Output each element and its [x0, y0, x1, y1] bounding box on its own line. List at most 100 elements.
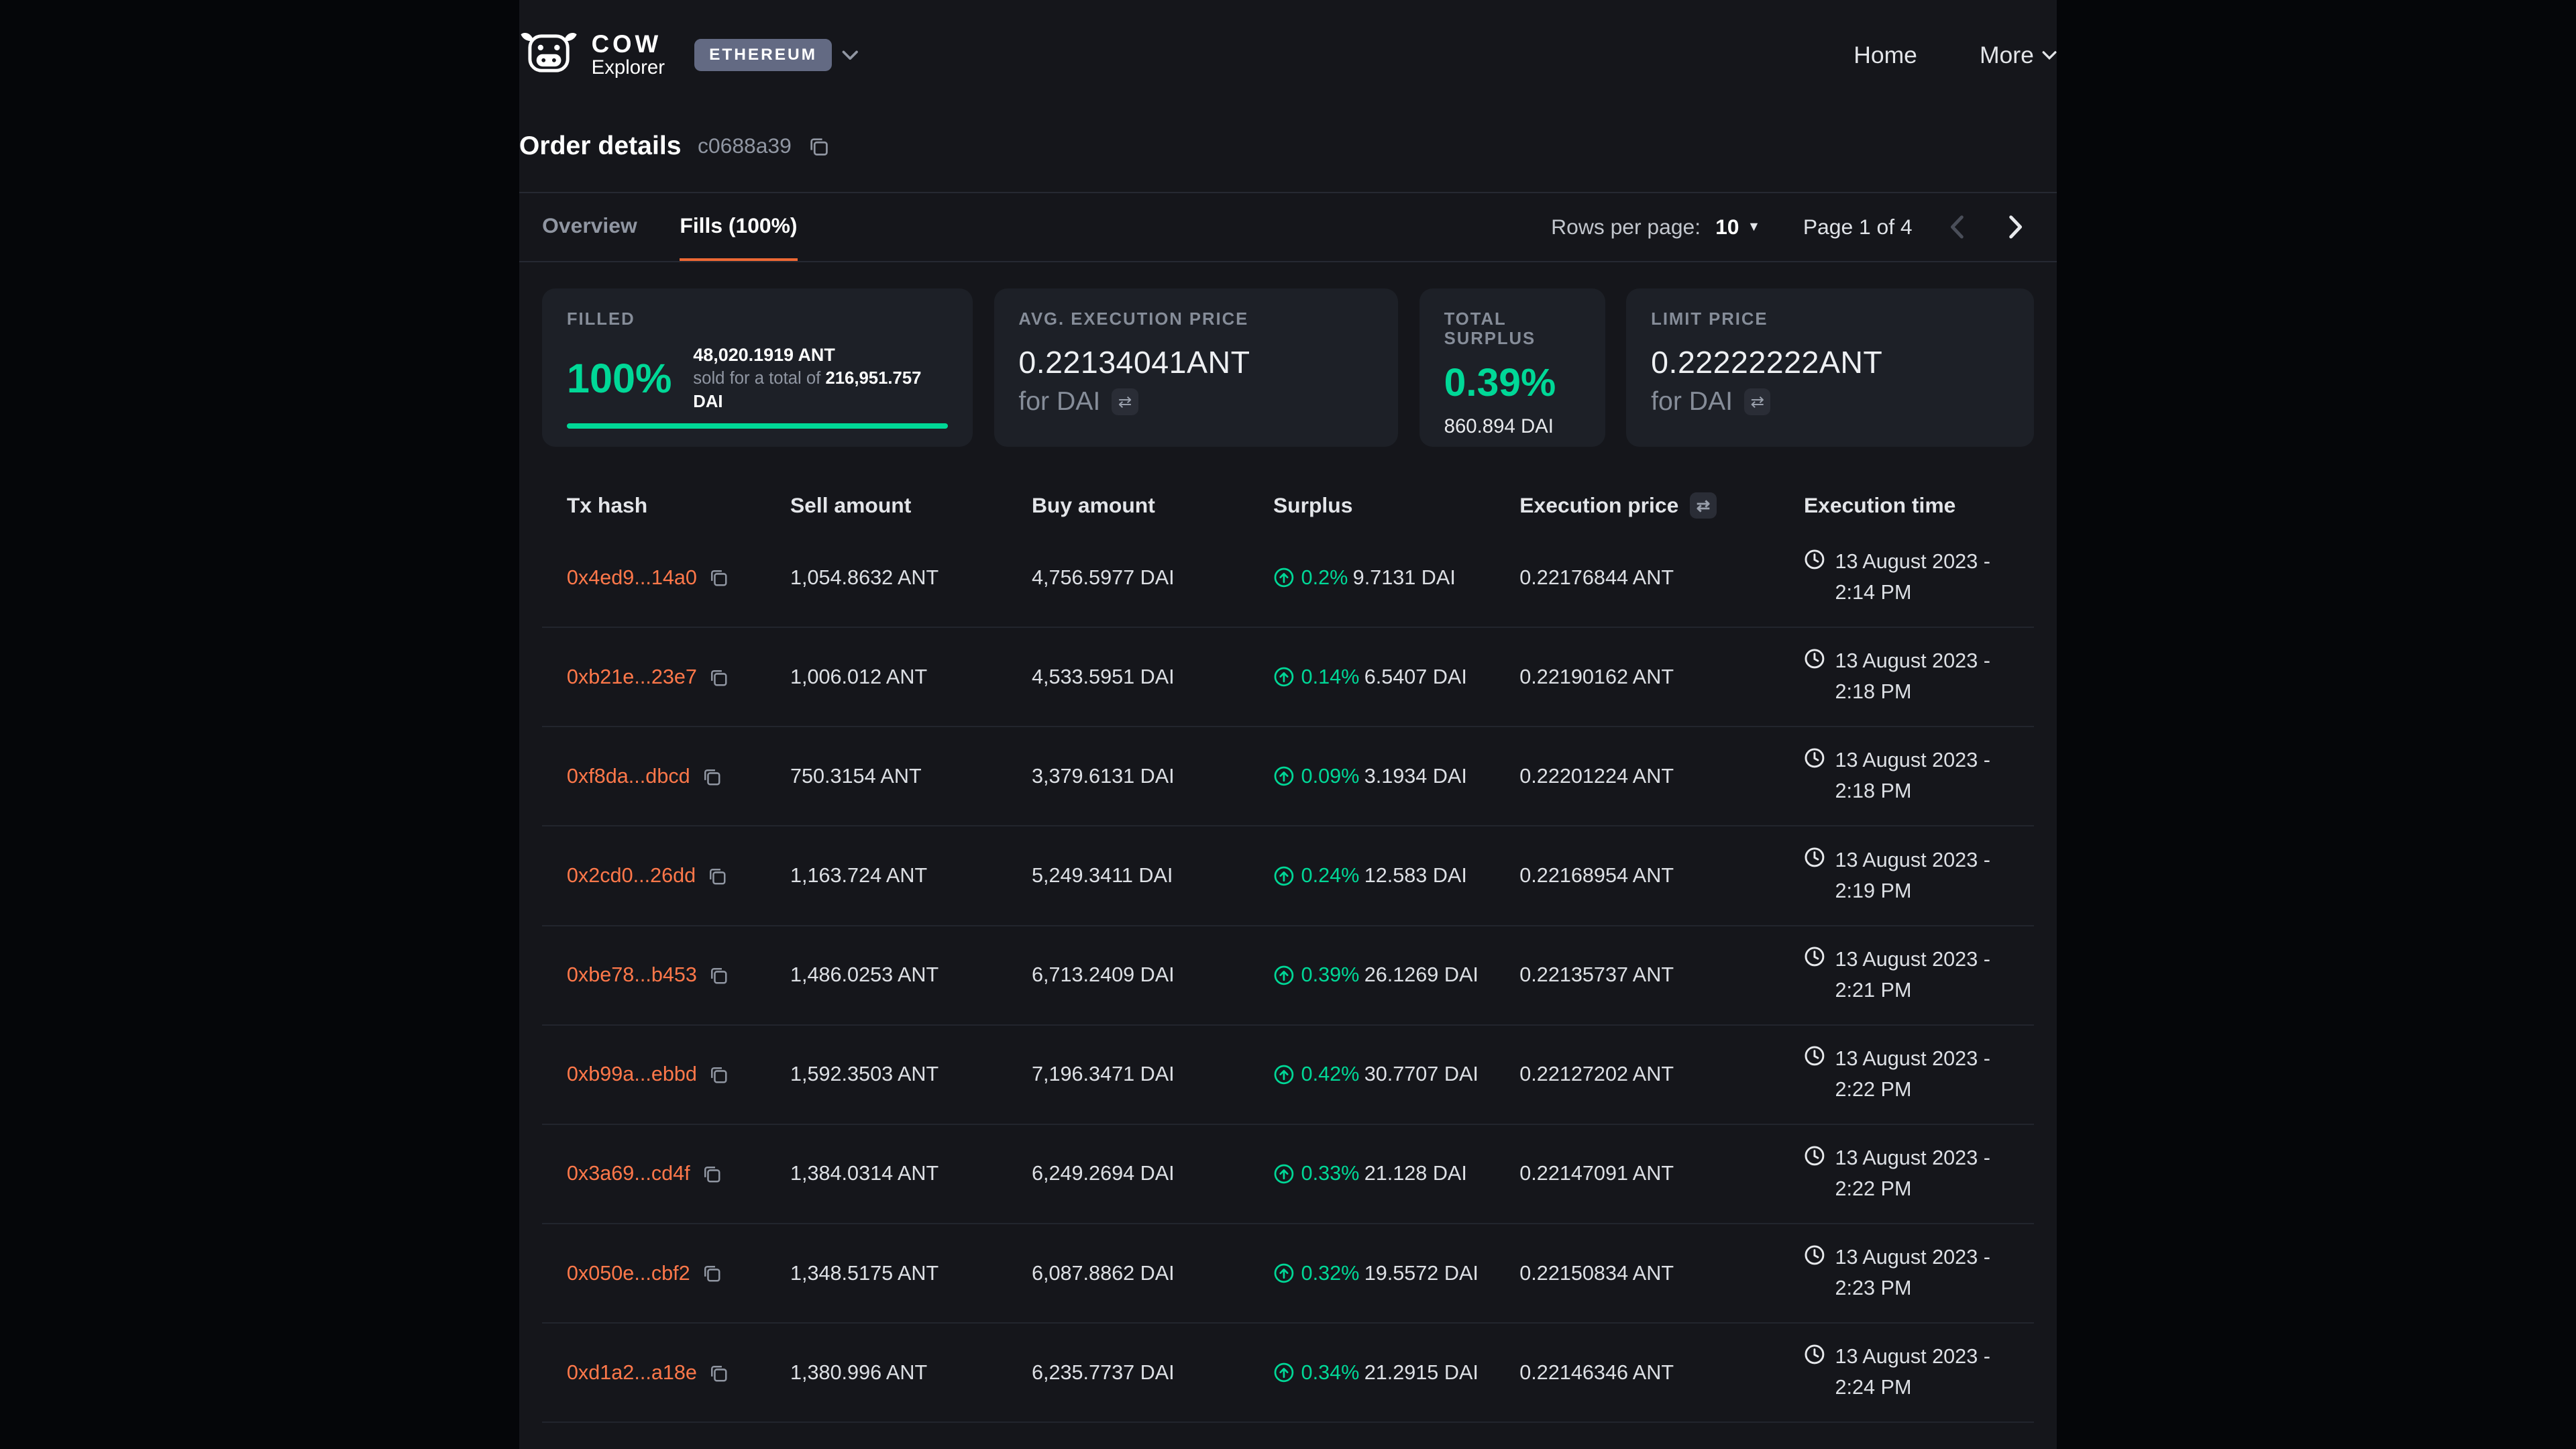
tx-hash-link[interactable]: 0x2cd0...26dd: [567, 864, 696, 888]
surplus-amount: 9.7131 DAI: [1353, 566, 1456, 590]
execution-time-cell: 13 August 2023 - 2:19 PM: [1804, 845, 2034, 907]
surplus-amount: 21.128 DAI: [1364, 1162, 1467, 1185]
table-row: 0x050e...cbf2 1,348.5175 ANT 6,087.8862 …: [542, 1224, 2034, 1324]
surplus-percent: 0.39%: [1301, 963, 1360, 987]
table-row: 0xf8da...dbcd 750.3154 ANT 3,379.6131 DA…: [542, 727, 2034, 826]
sell-amount-cell: 1,348.5175 ANT: [790, 1262, 1032, 1285]
avg-price-value: 0.22134041ANT: [1018, 344, 1373, 380]
clock-icon: [1804, 549, 1825, 570]
copy-tx-hash-icon[interactable]: [702, 767, 721, 786]
surplus-up-icon: [1273, 1362, 1295, 1383]
tx-hash-link[interactable]: 0xb21e...23e7: [567, 665, 697, 689]
cow-explorer-logo[interactable]: COW Explorer: [519, 30, 665, 80]
nav-item-home[interactable]: Home: [1854, 42, 1917, 69]
invert-execution-price-icon[interactable]: ⇄: [1690, 492, 1716, 519]
cow-logo-icon: [519, 30, 578, 80]
table-row: 0xbe78...b453 1,486.0253 ANT 6,713.2409 …: [542, 926, 2034, 1026]
fills-table-header: Tx hash Sell amount Buy amount Surplus E…: [542, 482, 2034, 529]
network-chevron-down-icon[interactable]: [842, 50, 858, 60]
buy-amount-cell: 6,713.2409 DAI: [1032, 963, 1273, 987]
execution-time-cell: 13 August 2023 - 2:23 PM: [1804, 1242, 2034, 1304]
total-surplus-label: TOTAL SURPLUS: [1444, 310, 1580, 349]
column-header-tx-hash: Tx hash: [567, 493, 790, 518]
surplus-up-icon: [1273, 666, 1295, 688]
table-row: 0x3a69...cd4f 1,384.0314 ANT 6,249.2694 …: [542, 1125, 2034, 1224]
network-badge[interactable]: ETHEREUM: [694, 39, 832, 71]
surplus-cell: 0.09% 3.1934 DAI: [1273, 765, 1519, 788]
tx-hash-cell: 0x2cd0...26dd: [567, 864, 790, 888]
clock-icon: [1804, 648, 1825, 669]
execution-price-cell: 0.22135737 ANT: [1519, 963, 1804, 987]
previous-page-button[interactable]: [1939, 209, 1975, 246]
tx-hash-link[interactable]: 0x050e...cbf2: [567, 1262, 690, 1285]
tab-overview[interactable]: Overview: [542, 193, 637, 261]
surplus-percent: 0.14%: [1301, 665, 1360, 689]
fills-table-body: 0x4ed9...14a0 1,054.8632 ANT 4,756.5977 …: [542, 529, 2034, 1423]
clock-icon: [1804, 1344, 1825, 1365]
summary-cards-row: FILLED 100% 48,020.1919 ANT sold for a t…: [542, 288, 2034, 446]
copy-tx-hash-icon[interactable]: [702, 1263, 721, 1283]
surplus-amount: 19.5572 DAI: [1364, 1262, 1479, 1285]
surplus-amount: 3.1934 DAI: [1364, 765, 1467, 788]
surplus-percent: 0.42%: [1301, 1063, 1360, 1086]
limit-price-card: LIMIT PRICE 0.22222222ANT for DAI ⇄: [1626, 288, 2033, 446]
nav-item-more[interactable]: More: [1980, 42, 2057, 69]
surplus-cell: 0.33% 21.128 DAI: [1273, 1162, 1519, 1185]
tx-hash-link[interactable]: 0xbe78...b453: [567, 963, 697, 987]
invert-price-icon[interactable]: ⇄: [1112, 388, 1138, 415]
invert-price-icon[interactable]: ⇄: [1744, 388, 1770, 415]
top-navigation-bar: COW Explorer ETHEREUM Home More: [519, 0, 2057, 85]
execution-price-cell: 0.22190162 ANT: [1519, 665, 1804, 689]
sell-amount-cell: 1,592.3503 ANT: [790, 1063, 1032, 1086]
filled-card: FILLED 100% 48,020.1919 ANT sold for a t…: [542, 288, 973, 446]
execution-price-cell: 0.22147091 ANT: [1519, 1162, 1804, 1185]
copy-tx-hash-icon[interactable]: [702, 1164, 721, 1183]
tx-hash-link[interactable]: 0xb99a...ebbd: [567, 1063, 697, 1086]
tx-hash-link[interactable]: 0x4ed9...14a0: [567, 566, 697, 590]
copy-tx-hash-icon[interactable]: [708, 1065, 728, 1084]
avg-price-label: AVG. EXECUTION PRICE: [1018, 310, 1373, 329]
copy-tx-hash-icon[interactable]: [708, 568, 728, 587]
limit-price-label: LIMIT PRICE: [1651, 310, 2009, 329]
copy-order-id-icon[interactable]: [808, 136, 829, 157]
clock-icon: [1804, 1045, 1825, 1067]
surplus-up-icon: [1273, 1064, 1295, 1085]
next-page-button[interactable]: [1998, 209, 2034, 246]
column-header-sell-amount: Sell amount: [790, 493, 1032, 518]
filled-sold-prefix: sold for a total of: [693, 369, 825, 388]
tx-hash-link[interactable]: 0x3a69...cd4f: [567, 1162, 690, 1185]
table-row: 0xd1a2...a18e 1,380.996 ANT 6,235.7737 D…: [542, 1324, 2034, 1423]
tx-hash-link[interactable]: 0xd1a2...a18e: [567, 1361, 697, 1385]
sell-amount-cell: 1,163.724 ANT: [790, 864, 1032, 888]
execution-time-text: 13 August 2023 - 2:14 PM: [1835, 547, 2032, 608]
order-id: c0688a39: [698, 133, 792, 158]
surplus-amount: 26.1269 DAI: [1364, 963, 1479, 987]
copy-tx-hash-icon[interactable]: [708, 965, 728, 985]
column-header-surplus: Surplus: [1273, 493, 1519, 518]
surplus-percent: 0.09%: [1301, 765, 1360, 788]
execution-time-text: 13 August 2023 - 2:24 PM: [1835, 1342, 2032, 1403]
execution-time-cell: 13 August 2023 - 2:21 PM: [1804, 945, 2034, 1006]
execution-price-cell: 0.22168954 ANT: [1519, 864, 1804, 888]
surplus-cell: 0.24% 12.583 DAI: [1273, 864, 1519, 888]
clock-icon: [1804, 1244, 1825, 1266]
filled-sold-line: sold for a total of 216,951.757 DAI: [693, 367, 948, 413]
page-info: Page 1 of 4: [1803, 215, 1913, 239]
copy-tx-hash-icon[interactable]: [707, 866, 727, 885]
table-row: 0xb21e...23e7 1,006.012 ANT 4,533.5951 D…: [542, 628, 2034, 727]
tab-fills[interactable]: Fills (100%): [680, 193, 797, 261]
copy-tx-hash-icon[interactable]: [708, 1363, 728, 1383]
copy-tx-hash-icon[interactable]: [708, 667, 728, 687]
surplus-up-icon: [1273, 1263, 1295, 1284]
surplus-up-icon: [1273, 765, 1295, 787]
filled-amount: 48,020.1919 ANT: [693, 343, 948, 367]
rows-per-page-select[interactable]: 10 ▼: [1715, 215, 1760, 239]
surplus-percent: 0.2%: [1301, 566, 1348, 590]
page-title: Order details: [519, 131, 682, 161]
tx-hash-link[interactable]: 0xf8da...dbcd: [567, 765, 690, 788]
surplus-cell: 0.2% 9.7131 DAI: [1273, 566, 1519, 590]
buy-amount-cell: 4,533.5951 DAI: [1032, 665, 1273, 689]
tx-hash-cell: 0xf8da...dbcd: [567, 765, 790, 788]
column-header-execution-time: Execution time: [1804, 493, 2034, 518]
execution-time-text: 13 August 2023 - 2:22 PM: [1835, 1044, 2032, 1106]
